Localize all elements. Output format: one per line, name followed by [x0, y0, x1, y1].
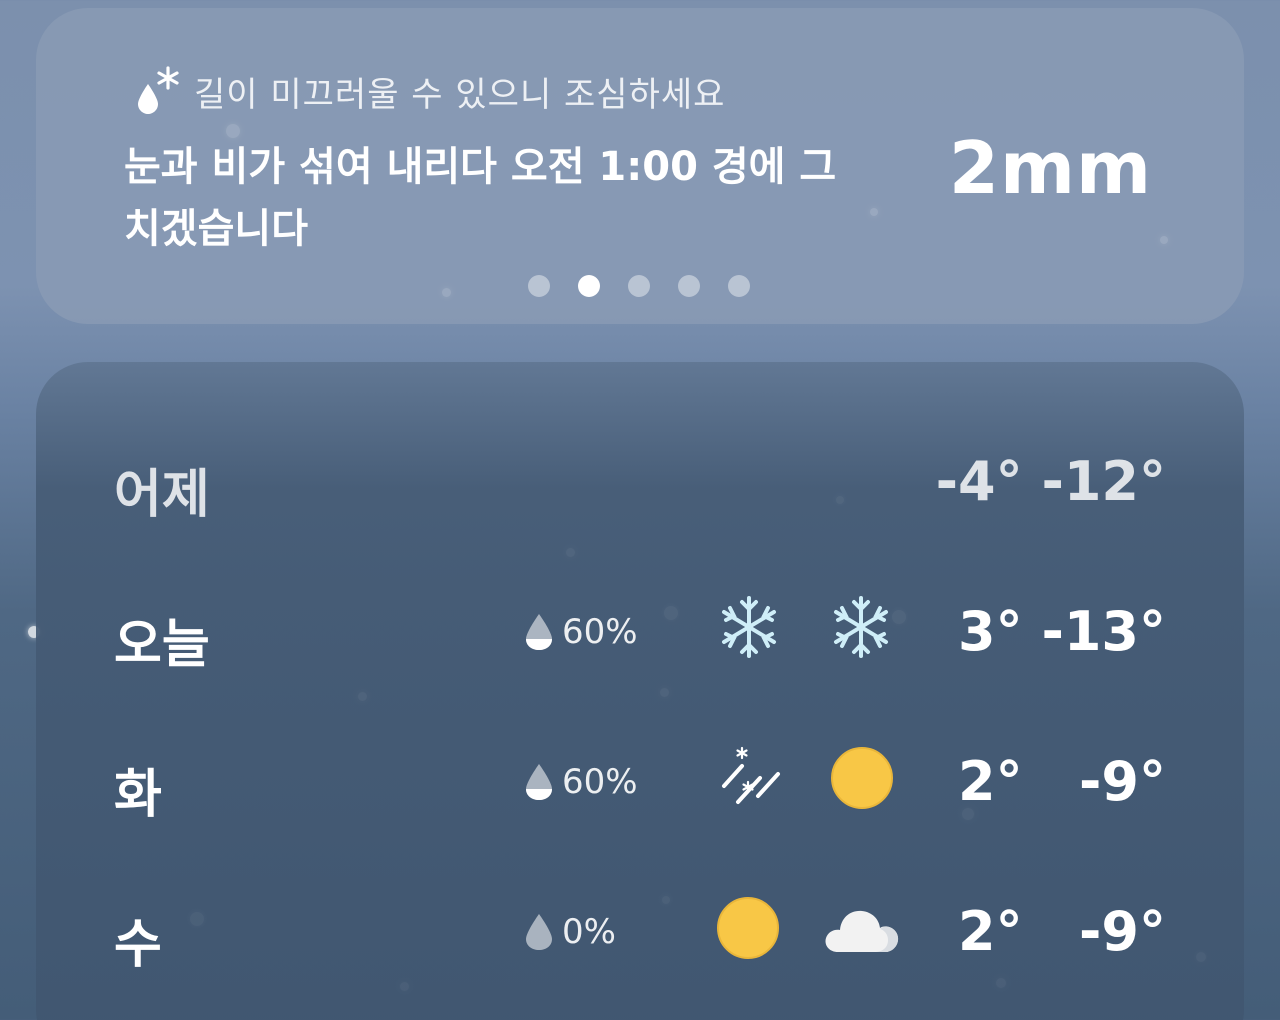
precipitation-alert-card[interactable]: 길이 미끄러울 수 있으니 조심하세요 눈과 비가 섞여 내리다 오전 1:00…: [36, 8, 1244, 324]
alert-header: 길이 미끄러울 수 있으니 조심하세요: [134, 66, 725, 116]
high-temp: 2°: [958, 900, 1023, 963]
low-temp: -9°: [1079, 750, 1166, 813]
snowflake-icon: [714, 592, 784, 662]
snowflake-icon: [826, 592, 896, 662]
high-temp: 3°: [958, 600, 1023, 663]
precip-chance: 60%: [524, 762, 638, 802]
page-dot[interactable]: [728, 275, 750, 297]
page-dot[interactable]: [678, 275, 700, 297]
cloud-icon: [822, 892, 904, 962]
precip-chance: 60%: [524, 612, 638, 652]
drop-icon: [526, 914, 552, 950]
precip-percent: 60%: [562, 762, 638, 802]
high-temp: -4°: [935, 450, 1023, 513]
weather-app: { "alert": { "icon": "sleet-icon", "warn…: [0, 0, 1280, 1020]
precip-percent: 0%: [562, 912, 616, 952]
forecast-day: 화: [114, 765, 162, 825]
forecast-row-today[interactable]: 오늘 60% 3° -13°: [36, 592, 1244, 675]
forecast-row-wednesday[interactable]: 수 0% 2° -9°: [36, 892, 1244, 975]
page-dot[interactable]: [528, 275, 550, 297]
forecast-day: 수: [114, 915, 162, 975]
sun-icon: [714, 892, 784, 962]
page-indicator[interactable]: [528, 275, 750, 297]
alert-headline: 눈과 비가 섞여 내리다 오전 1:00 경에 그치겠습니다: [124, 144, 837, 252]
half-drop-icon: [526, 764, 552, 800]
high-temp: 2°: [958, 750, 1023, 813]
daily-forecast-card[interactable]: 어제 -4° -12° 오늘 60% 3° -13° 화 60% 2° -9° …: [36, 362, 1244, 1020]
precip-chance: 0%: [524, 912, 616, 952]
forecast-row-yesterday[interactable]: 어제 -4° -12°: [36, 442, 1244, 525]
forecast-temps: 2° -9°: [958, 900, 1166, 963]
forecast-row-tuesday[interactable]: 화 60% 2° -9°: [36, 742, 1244, 825]
forecast-temps: -4° -12°: [936, 450, 1166, 513]
page-dot[interactable]: [628, 275, 650, 297]
sleet-icon: [716, 742, 786, 812]
forecast-day: 오늘: [114, 615, 210, 675]
alert-warning-text: 길이 미끄러울 수 있으니 조심하세요: [194, 74, 726, 115]
precip-percent: 60%: [562, 612, 638, 652]
sun-icon: [828, 742, 898, 812]
page-dot-active[interactable]: [578, 275, 600, 297]
precipitation-amount: 2mm: [948, 126, 1152, 210]
low-temp: -12°: [1041, 450, 1166, 513]
low-temp: -9°: [1079, 900, 1166, 963]
low-temp: -13°: [1041, 600, 1166, 663]
half-drop-icon: [526, 614, 552, 650]
forecast-day: 어제: [114, 465, 210, 525]
forecast-temps: 3° -13°: [958, 600, 1166, 663]
sleet-icon: [134, 66, 180, 116]
forecast-temps: 2° -9°: [958, 750, 1166, 813]
